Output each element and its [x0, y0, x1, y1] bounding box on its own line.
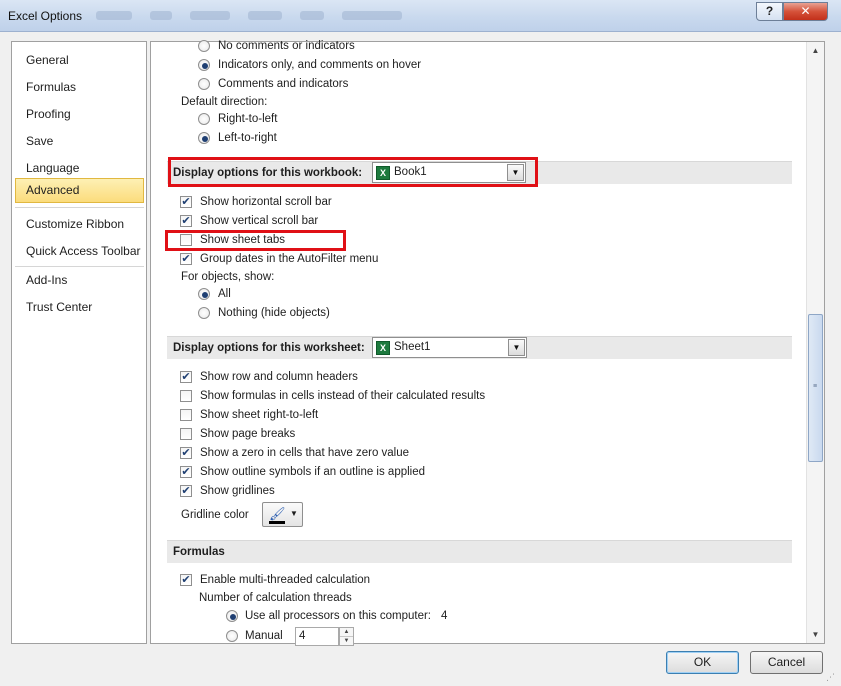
highlight-show-sheet-tabs	[165, 230, 346, 251]
section-formulas: Formulas	[167, 540, 792, 563]
close-button[interactable]: ✕	[783, 2, 828, 21]
label-row-column-headers: Show row and column headers	[200, 371, 358, 383]
label-comments-and-indicators: Comments and indicators	[218, 78, 349, 90]
radio-use-all-processors[interactable]	[226, 610, 238, 622]
section-title-worksheet: Display options for this worksheet:	[173, 342, 365, 354]
color-swatch	[269, 521, 285, 524]
background-ribbon-tabs	[96, 11, 420, 23]
checkbox-sheet-right-to-left[interactable]	[180, 409, 192, 421]
manual-threads-spinner[interactable]: ▲ ▼	[339, 627, 354, 646]
radio-objects-all[interactable]	[198, 288, 210, 300]
radio-left-to-right[interactable]	[198, 132, 210, 144]
scrollbar-grip: ≡	[813, 383, 818, 390]
label-objects-all: All	[218, 288, 231, 300]
category-nav: General Formulas Proofing Save Language …	[11, 41, 147, 644]
default-direction-label: Default direction:	[181, 96, 268, 108]
label-sheet-right-to-left: Show sheet right-to-left	[200, 409, 319, 421]
radio-comments-and-indicators[interactable]	[198, 78, 210, 90]
label-page-breaks: Show page breaks	[200, 428, 296, 440]
checkbox-gridlines[interactable]: ✔	[180, 485, 192, 497]
label-indicators-only: Indicators only, and comments on hover	[218, 59, 422, 71]
chevron-down-icon: ▼	[290, 509, 298, 518]
gridline-color-picker[interactable]: 🖌 ▼	[262, 502, 303, 527]
help-button[interactable]: ?	[756, 2, 783, 21]
checkbox-vertical-scroll-bar[interactable]: ✔	[180, 215, 192, 227]
nav-item-advanced[interactable]: Advanced	[15, 178, 144, 203]
radio-manual-threads[interactable]	[226, 630, 238, 642]
radio-right-to-left[interactable]	[198, 113, 210, 125]
threads-label: Number of calculation threads	[199, 592, 352, 604]
nav-item-add-ins[interactable]: Add-Ins	[15, 268, 144, 293]
processor-count: 4	[441, 610, 448, 622]
label-right-to-left: Right-to-left	[218, 113, 278, 125]
cancel-button[interactable]: Cancel	[750, 651, 823, 674]
nav-item-general[interactable]: General	[15, 48, 144, 73]
scrollbar-thumb[interactable]: ≡	[808, 314, 823, 462]
chevron-down-icon[interactable]: ▼	[508, 339, 525, 356]
nav-item-proofing[interactable]: Proofing	[15, 102, 144, 127]
label-no-comments: No comments or indicators	[218, 40, 355, 52]
label-left-to-right: Left-to-right	[218, 132, 277, 144]
window-title: Excel Options	[8, 9, 83, 23]
nav-item-customize-ribbon[interactable]: Customize Ribbon	[15, 212, 144, 237]
gridline-color-label: Gridline color	[181, 509, 249, 521]
checkbox-group-dates[interactable]: ✔	[180, 253, 192, 265]
label-multithreaded: Enable multi-threaded calculation	[200, 574, 371, 586]
title-bar: Excel Options ? ✕	[0, 0, 841, 32]
checkbox-page-breaks[interactable]	[180, 428, 192, 440]
label-zero-value: Show a zero in cells that have zero valu…	[200, 447, 410, 459]
checkbox-outline-symbols[interactable]: ✔	[180, 466, 192, 478]
excel-sheet-icon: X	[376, 341, 390, 355]
label-show-formulas: Show formulas in cells instead of their …	[200, 390, 486, 402]
radio-objects-nothing[interactable]	[198, 307, 210, 319]
dialog-body: General Formulas Proofing Save Language …	[0, 32, 841, 686]
scroll-up-icon[interactable]: ▲	[807, 42, 824, 59]
radio-no-comments[interactable]	[198, 40, 210, 52]
radio-indicators-only[interactable]	[198, 59, 210, 71]
nav-item-formulas[interactable]: Formulas	[15, 75, 144, 100]
worksheet-select[interactable]: X Sheet1 ▼	[372, 337, 527, 358]
paint-bucket-icon: 🖌	[269, 506, 286, 521]
checkbox-show-formulas[interactable]	[180, 390, 192, 402]
objects-show-label: For objects, show:	[181, 271, 275, 283]
checkbox-multithreaded[interactable]: ✔	[180, 574, 192, 586]
spin-up-icon[interactable]: ▲	[340, 628, 353, 637]
label-gridlines: Show gridlines	[200, 485, 275, 497]
nav-item-save[interactable]: Save	[15, 129, 144, 154]
label-group-dates: Group dates in the AutoFilter menu	[200, 253, 379, 265]
nav-item-quick-access-toolbar[interactable]: Quick Access Toolbar	[15, 239, 144, 264]
checkbox-row-column-headers[interactable]: ✔	[180, 371, 192, 383]
label-manual-threads: Manual	[245, 630, 283, 642]
manual-threads-input[interactable]: 4	[295, 627, 339, 646]
highlight-workbook-select	[168, 157, 538, 187]
label-outline-symbols: Show outline symbols if an outline is ap…	[200, 466, 426, 478]
nav-divider	[15, 207, 144, 208]
ok-button[interactable]: OK	[666, 651, 739, 674]
label-vertical-scroll-bar: Show vertical scroll bar	[200, 215, 319, 227]
section-title-formulas: Formulas	[173, 546, 225, 558]
label-use-all-processors: Use all processors on this computer:	[245, 610, 431, 622]
resize-grip-icon[interactable]: ⋰	[826, 672, 835, 683]
nav-divider	[15, 266, 144, 267]
label-objects-nothing: Nothing (hide objects)	[218, 307, 330, 319]
checkbox-horizontal-scroll-bar[interactable]: ✔	[180, 196, 192, 208]
content-scrollbar[interactable]: ▲ ≡ ▼	[806, 42, 824, 643]
checkbox-zero-value[interactable]: ✔	[180, 447, 192, 459]
spin-down-icon[interactable]: ▼	[340, 637, 353, 646]
nav-item-trust-center[interactable]: Trust Center	[15, 295, 144, 320]
label-horizontal-scroll-bar: Show horizontal scroll bar	[200, 196, 332, 208]
worksheet-select-value: Sheet1	[394, 341, 431, 353]
scroll-down-icon[interactable]: ▼	[807, 626, 824, 643]
